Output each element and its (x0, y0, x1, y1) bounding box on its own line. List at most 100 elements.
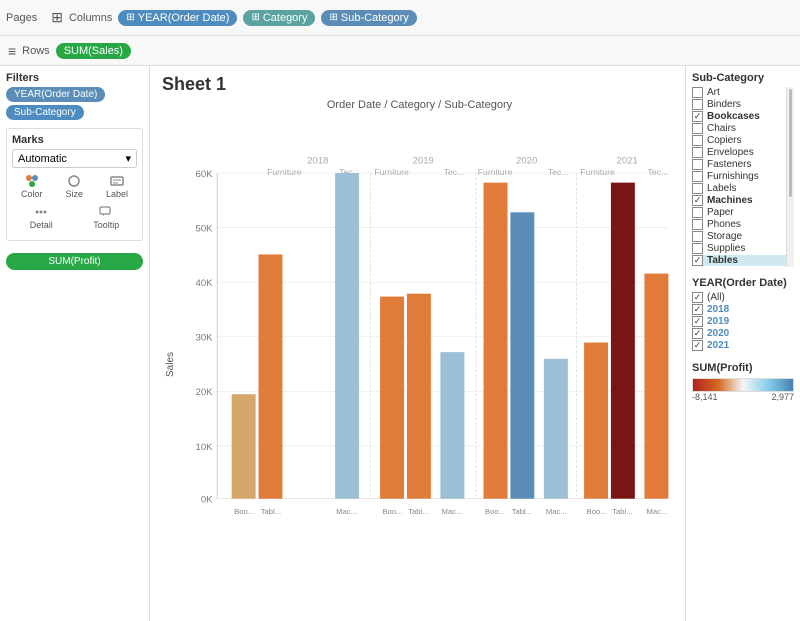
label-icon (109, 173, 125, 189)
copiers-checkbox[interactable] (692, 135, 703, 146)
svg-text:0K: 0K (201, 494, 213, 505)
svg-text:Furniture: Furniture (267, 167, 302, 177)
legend-item-all[interactable]: (All) (692, 292, 794, 303)
legend-item-phones[interactable]: Phones (692, 219, 794, 230)
sub-category-pill[interactable]: ⊞ Sub-Category (321, 10, 416, 26)
binders-checkbox[interactable] (692, 99, 703, 110)
svg-text:Tabl...: Tabl... (408, 507, 428, 516)
legend-item-2018[interactable]: 2018 (692, 304, 794, 315)
y2021-checkbox[interactable] (692, 340, 703, 351)
svg-text:Tec...: Tec... (444, 167, 465, 177)
sub-category-legend-title: Sub-Category (692, 72, 794, 84)
legend-item-machines[interactable]: Machines (692, 195, 794, 206)
svg-text:Tabl...: Tabl... (261, 507, 281, 516)
marks-title: Marks (12, 134, 137, 146)
svg-text:Boo...: Boo... (234, 507, 254, 516)
y-axis-label: Sales (162, 115, 179, 613)
svg-text:Furniture: Furniture (374, 167, 409, 177)
detail-mark[interactable]: Detail (30, 204, 53, 230)
bookcases-checkbox[interactable] (692, 111, 703, 122)
paper-checkbox[interactable] (692, 207, 703, 218)
svg-text:Mac...: Mac... (546, 507, 567, 516)
tooltip-mark[interactable]: Tooltip (93, 204, 119, 230)
svg-text:2021: 2021 (617, 155, 638, 166)
color-mark[interactable]: Color (21, 173, 43, 199)
all-checkbox[interactable] (692, 292, 703, 303)
profit-gradient (692, 378, 794, 392)
legend-item-storage[interactable]: Storage (692, 231, 794, 242)
year-legend-title: YEAR(Order Date) (692, 277, 794, 289)
chairs-checkbox[interactable] (692, 123, 703, 134)
furnishings-checkbox[interactable] (692, 171, 703, 182)
category-pill[interactable]: ⊞ Category (243, 10, 315, 26)
rows-icon: ≡ (8, 43, 16, 59)
svg-text:40K: 40K (196, 278, 214, 289)
svg-text:Tabl...: Tabl... (512, 507, 532, 516)
machines-checkbox[interactable] (692, 195, 703, 206)
filter-year[interactable]: YEAR(Order Date) (6, 87, 105, 102)
chart-title: Sheet 1 (162, 74, 677, 95)
chart-svg: 60K 50K 40K 30K 20K 10K 0K 2018 2019 202… (179, 115, 677, 595)
svg-text:Furniture: Furniture (478, 167, 513, 177)
storage-checkbox[interactable] (692, 231, 703, 242)
labels-checkbox[interactable] (692, 183, 703, 194)
legend-item-binders[interactable]: Binders (692, 99, 794, 110)
svg-text:2019: 2019 (413, 155, 434, 166)
y2018-checkbox[interactable] (692, 304, 703, 315)
legend-item-supplies[interactable]: Supplies (692, 243, 794, 254)
svg-text:Furniture: Furniture (580, 167, 615, 177)
svg-text:Tec...: Tec... (648, 167, 669, 177)
phones-checkbox[interactable] (692, 219, 703, 230)
legend-item-fasteners[interactable]: Fasteners (692, 159, 794, 170)
svg-text:Mac...: Mac... (646, 507, 667, 516)
tooltip-icon (98, 204, 114, 220)
legend-item-copiers[interactable]: Copiers (692, 135, 794, 146)
art-checkbox[interactable] (692, 87, 703, 98)
svg-text:Tabl...: Tabl... (612, 507, 632, 516)
svg-text:2018: 2018 (307, 155, 328, 166)
marks-type-dropdown[interactable]: Automatic ▾ (12, 149, 137, 168)
legend-item-2021[interactable]: 2021 (692, 340, 794, 351)
columns-label: Columns (69, 12, 112, 24)
y2020-checkbox[interactable] (692, 328, 703, 339)
fasteners-checkbox[interactable] (692, 159, 703, 170)
legend-item-bookcases[interactable]: Bookcases (692, 111, 794, 122)
legend-item-paper[interactable]: Paper (692, 207, 794, 218)
supplies-checkbox[interactable] (692, 243, 703, 254)
label-mark[interactable]: Label (106, 173, 128, 199)
envelopes-checkbox[interactable] (692, 147, 703, 158)
y2019-checkbox[interactable] (692, 316, 703, 327)
profit-max: 2,977 (771, 392, 794, 402)
sum-profit-button[interactable]: SUM(Profit) (6, 253, 143, 270)
filters-title: Filters (6, 72, 143, 84)
legend-item-art[interactable]: Art (692, 87, 794, 98)
svg-text:10K: 10K (196, 442, 214, 453)
sum-sales-pill[interactable]: SUM(Sales) (56, 43, 131, 59)
legend-item-tables[interactable]: Tables (692, 255, 794, 266)
svg-text:30K: 30K (196, 333, 214, 344)
columns-icon: ⊞ (51, 9, 63, 26)
svg-text:Boo...: Boo... (587, 507, 607, 516)
tables-checkbox[interactable] (692, 255, 703, 266)
svg-text:Boo...: Boo... (485, 507, 505, 516)
legend-item-envelopes[interactable]: Envelopes (692, 147, 794, 158)
svg-text:20K: 20K (196, 387, 214, 398)
year-order-date-pill[interactable]: ⊞ YEAR(Order Date) (118, 10, 237, 26)
legend-item-chairs[interactable]: Chairs (692, 123, 794, 134)
chart-subtitle: Order Date / Category / Sub-Category (162, 99, 677, 111)
svg-text:50K: 50K (196, 223, 214, 234)
legend-item-labels[interactable]: Labels (692, 183, 794, 194)
svg-text:Tec...: Tec... (548, 167, 569, 177)
pages-label: Pages (6, 12, 37, 24)
legend-item-furnishings[interactable]: Furnishings (692, 171, 794, 182)
svg-text:Mac...: Mac... (336, 507, 357, 516)
legend-item-2020[interactable]: 2020 (692, 328, 794, 339)
size-mark[interactable]: Size (65, 173, 83, 199)
color-icon (24, 173, 40, 189)
dropdown-arrow: ▾ (125, 152, 131, 165)
detail-icon (33, 204, 49, 220)
filter-subcategory[interactable]: Sub-Category (6, 105, 84, 120)
legend-item-2019[interactable]: 2019 (692, 316, 794, 327)
svg-text:Boo...: Boo... (383, 507, 403, 516)
rows-label: Rows (22, 45, 50, 57)
